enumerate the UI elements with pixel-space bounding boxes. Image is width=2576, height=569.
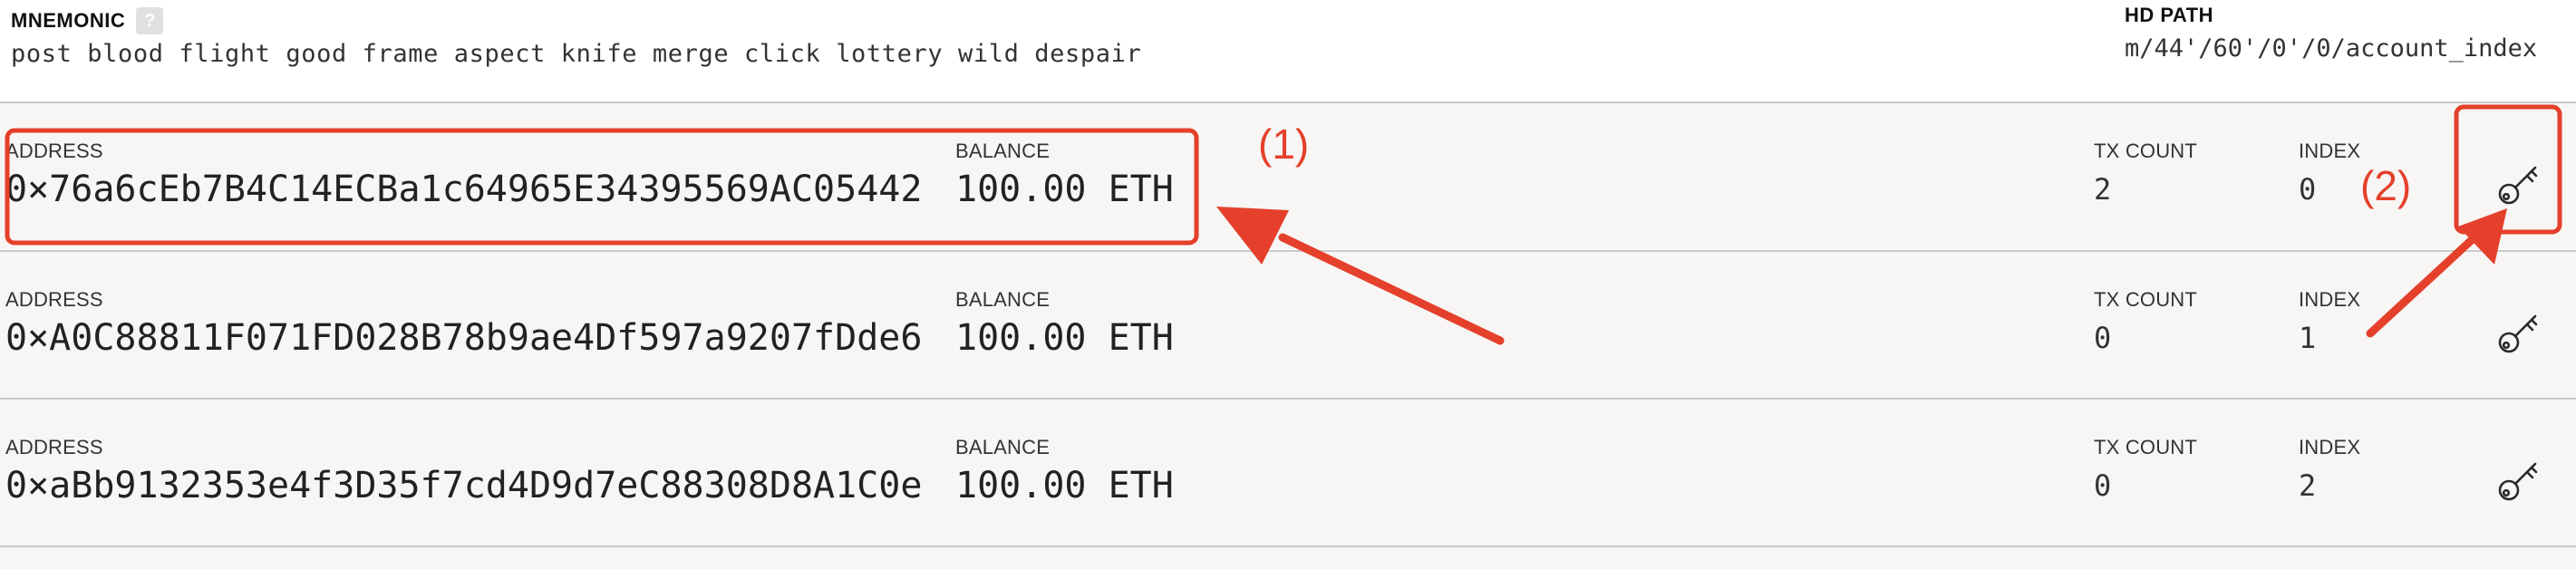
mnemonic-title: MNEMONIC ? (11, 7, 164, 34)
index-value: 2 (2299, 468, 2317, 503)
index-field: INDEX 2 (2299, 436, 2360, 503)
hd-path-value: m/44'/60'/0'/0/account_index (2125, 34, 2538, 63)
balance-value: 100.00 ETH (955, 465, 1174, 506)
index-value: 1 (2299, 321, 2317, 355)
address-value: 0×A0C88811F071FD028B78b9ae4Df597a9207fDd… (5, 317, 923, 359)
balance-label: BALANCE (955, 436, 1051, 458)
tx-count-value: 0 (2094, 321, 2112, 355)
address-label: ADDRESS (5, 288, 103, 311)
address-field: ADDRESS 0×A0C88811F071FD028B78b9ae4Df597… (5, 288, 922, 359)
address-label: ADDRESS (5, 140, 103, 162)
wallet-header: MNEMONIC ? post blood flight good frame … (0, 0, 2576, 101)
address-field: ADDRESS 0×76a6cEb7B4C14ECBa1c64965E34395… (5, 140, 922, 210)
index-field: INDEX 1 (2299, 288, 2360, 355)
tx-count-field: TX COUNT 0 (2094, 436, 2197, 503)
balance-value: 100.00 ETH (955, 317, 1174, 359)
address-value: 0×76a6cEb7B4C14ECBa1c64965E34395569AC054… (5, 169, 923, 210)
show-keys-button[interactable] (2487, 448, 2551, 512)
tx-count-value: 2 (2094, 172, 2112, 207)
list-footer-divider (0, 545, 2576, 569)
tx-count-label: TX COUNT (2094, 436, 2198, 458)
address-field: ADDRESS 0×aBb9132353e4f3D35f7cd4D9d7eC88… (5, 436, 922, 506)
balance-field: BALANCE 100.00 ETH (955, 288, 1174, 359)
tx-count-label: TX COUNT (2094, 288, 2198, 311)
account-list-page: MNEMONIC ? post blood flight good frame … (0, 0, 2576, 569)
balance-field: BALANCE 100.00 ETH (955, 140, 1174, 210)
show-keys-button[interactable] (2487, 152, 2551, 216)
index-field: INDEX 0 (2299, 140, 2360, 207)
index-value: 0 (2299, 172, 2317, 207)
hd-path-block: HD PATH m/44'/60'/0'/0/account_index (2125, 4, 2537, 63)
account-row: ADDRESS 0×A0C88811F071FD028B78b9ae4Df597… (0, 250, 2576, 398)
annotation-label-2: (2) (2360, 162, 2412, 209)
tx-count-field: TX COUNT 2 (2094, 140, 2197, 207)
balance-field: BALANCE 100.00 ETH (955, 436, 1174, 506)
tx-count-label: TX COUNT (2094, 140, 2198, 162)
key-icon (2498, 462, 2538, 501)
key-icon (2498, 166, 2538, 205)
hd-path-label: HD PATH (2125, 4, 2214, 26)
help-icon[interactable]: ? (136, 7, 164, 34)
annotation-label-1: (1) (1258, 121, 1310, 168)
key-icon (2498, 314, 2538, 353)
mnemonic-phrase: post blood flight good frame aspect knif… (11, 40, 1142, 68)
index-label: INDEX (2299, 436, 2361, 458)
show-keys-button[interactable] (2487, 301, 2551, 364)
balance-label: BALANCE (955, 288, 1051, 311)
balance-label: BALANCE (955, 140, 1051, 162)
tx-count-value: 0 (2094, 468, 2112, 503)
index-label: INDEX (2299, 288, 2361, 311)
balance-value: 100.00 ETH (955, 169, 1174, 210)
tx-count-field: TX COUNT 0 (2094, 288, 2197, 355)
index-label: INDEX (2299, 140, 2361, 162)
mnemonic-label: MNEMONIC (11, 9, 126, 32)
address-value: 0×aBb9132353e4f3D35f7cd4D9d7eC88308D8A1C… (5, 465, 923, 506)
account-row: ADDRESS 0×aBb9132353e4f3D35f7cd4D9d7eC88… (0, 398, 2576, 545)
address-label: ADDRESS (5, 436, 103, 458)
